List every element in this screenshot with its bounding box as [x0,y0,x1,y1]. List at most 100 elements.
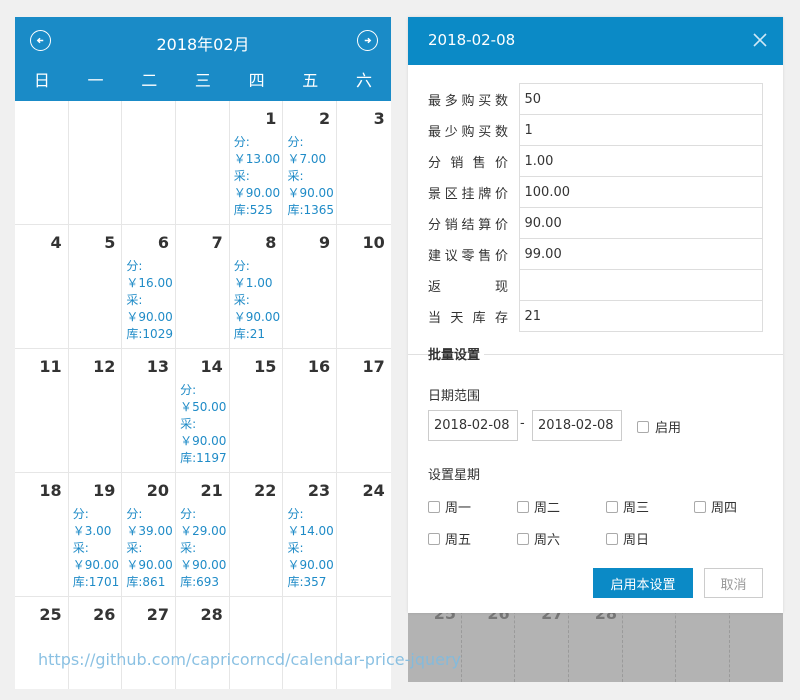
checkbox-box[interactable] [637,420,649,433]
calendar-day-cell[interactable]: 25 [15,597,69,689]
day-number: 5 [104,233,116,252]
day-number: 11 [39,357,62,376]
calendar-day-cell[interactable]: 6 分: ￥16.00 采: ￥90.00 库:1029 [122,225,177,349]
calendar-empty-cell [15,101,69,225]
field-value-input[interactable]: 1 [518,114,763,146]
checkbox-box[interactable] [606,532,618,545]
calendar-day-cell[interactable]: 24 [337,473,391,597]
price-line: ￥39.00 [126,524,173,538]
calendar-day-cell[interactable]: 20 分: ￥39.00 采: ￥90.00 库:861 [122,473,177,597]
day-number: 26 [93,605,116,624]
field-label: 最少购买数 [428,124,508,140]
calendar-day-cell[interactable]: 14 分: ￥50.00 采: ￥90.00 库:1197 [176,349,230,473]
date-from-input[interactable] [428,410,518,441]
weekday-checkbox[interactable]: 周五 [428,529,471,548]
day-number: 6 [157,233,170,252]
checkbox-box[interactable] [428,500,440,513]
price-line: ￥1.00 [233,276,273,290]
calendar-day-cell[interactable]: 2 分: ￥7.00 采: ￥90.00 库:1365 [283,101,338,225]
calendar-day-cell[interactable]: 5 [69,225,123,349]
calendar-empty-cell [230,597,284,689]
weekday-checkbox-label: 周四 [711,501,738,516]
field-value-input[interactable] [518,269,763,301]
calendar-day-cell[interactable]: 15 [230,349,284,473]
calendar-day-cell[interactable]: 9 [283,225,338,349]
calendar-day-cell[interactable]: 1 分: ￥13.00 采: ￥90.00 库:525 [230,101,284,225]
price-line: ￥29.00 [180,524,227,538]
calendar-empty-cell [69,101,123,225]
calendar-day-cell[interactable]: 28 [176,597,230,689]
weekday-checkbox[interactable]: 周二 [517,497,560,516]
field-row: 最少购买数 1 [428,114,763,146]
price-line: ￥90.00 [180,558,227,572]
weekday-label: 六 [355,71,372,90]
field-label: 分销售价 [428,155,508,171]
field-label: 返现 [428,279,508,295]
calendar-day-cell[interactable]: 23 分: ￥14.00 采: ￥90.00 库:357 [283,473,338,597]
cancel-button[interactable]: 取消 [704,568,763,598]
price-line: 采: [233,169,250,183]
calendar-day-cell[interactable]: 21 分: ￥29.00 采: ￥90.00 库:693 [176,473,230,597]
calendar-title: 2018年02月 [156,35,250,54]
checkbox-box[interactable] [606,500,618,513]
field-value-input[interactable]: 50 [518,83,763,115]
calendar-day-cell[interactable]: 22 [230,473,284,597]
day-number: 10 [362,233,385,252]
date-separator: - [520,416,525,431]
apply-settings-button[interactable]: 启用本设置 [593,568,693,598]
field-value-input[interactable]: 100.00 [518,176,763,208]
calendar-day-cell[interactable]: 16 [283,349,338,473]
date-to-input[interactable] [532,410,622,441]
price-fields-table: 最多购买数 50 最少购买数 1 分销售价 1.00 景区挂牌价 100.00 分销结算价 90.… [428,83,763,332]
calendar-day-cell[interactable]: 13 [122,349,177,473]
price-line: ￥13.00 [233,152,281,166]
price-settings-modal: 2018-02-08 最多购买数 50 最少购买数 1 分销售价 1.00 景区挂牌价 100… [408,17,783,613]
calendar: 2018年02月 日 一 二 三 四 五 六 1 分: ￥13.00 采: ￥90.00… [15,17,391,689]
calendar-day-cell[interactable]: 19 分: ￥3.00 采: ￥90.00 库:1701 [69,473,123,597]
calendar-day-cell[interactable]: 7 [176,225,230,349]
price-line: 分: [287,135,304,149]
calendar-empty-cell [337,597,391,689]
weekday-checkbox[interactable]: 周四 [694,497,737,516]
weekday-checkbox[interactable]: 周一 [428,497,471,516]
enable-checkbox[interactable]: 启用 [637,417,681,436]
watermark-url: https://github.com/capricorncd/calendar-… [38,650,462,669]
field-label: 分销结算价 [428,217,508,233]
calendar-day-cell[interactable]: 26 [69,597,123,689]
checkbox-box[interactable] [517,500,529,513]
checkbox-box[interactable] [694,500,706,513]
weekday-label: 日 [33,71,50,90]
weekday-checkbox[interactable]: 周六 [517,529,560,548]
field-row: 最多购买数 50 [428,83,763,115]
checkbox-box[interactable] [517,532,529,545]
calendar-day-cell[interactable]: 27 [122,597,177,689]
weekday-checkbox[interactable]: 周三 [606,497,649,516]
price-line: ￥90.00 [180,434,227,448]
calendar-day-cell[interactable]: 18 [15,473,69,597]
close-button[interactable] [752,32,768,48]
field-value-input[interactable]: 99.00 [518,238,763,270]
price-line: 库:1365 [287,203,335,217]
calendar-day-cell[interactable]: 11 [15,349,69,473]
price-line: 分: [180,383,197,397]
day-number: 25 [39,605,62,624]
field-row: 分销售价 1.00 [428,145,763,177]
calendar-day-cell[interactable]: 12 [69,349,123,473]
next-month-button[interactable] [357,30,378,51]
calendar-day-cell[interactable]: 8 分: ￥1.00 采: ￥90.00 库:21 [230,225,284,349]
calendar-day-cell[interactable]: 3 [337,101,391,225]
calendar-day-cell[interactable]: 4 [15,225,69,349]
field-row: 建议零售价 99.00 [428,238,763,270]
price-line: 分: [126,259,143,273]
calendar-day-cell[interactable]: 17 [337,349,391,473]
price-line: 采: [126,293,143,307]
calendar-day-cell[interactable]: 10 [337,225,391,349]
day-number: 2 [318,109,331,128]
field-value-input[interactable]: 1.00 [518,145,763,177]
field-value-input[interactable]: 90.00 [518,207,763,239]
checkbox-box[interactable] [428,532,440,545]
field-value-input[interactable]: 21 [518,300,763,332]
calendar-empty-cell [176,101,230,225]
weekday-checkbox[interactable]: 周日 [606,529,649,548]
weekday-checkbox-label: 周二 [534,501,561,516]
